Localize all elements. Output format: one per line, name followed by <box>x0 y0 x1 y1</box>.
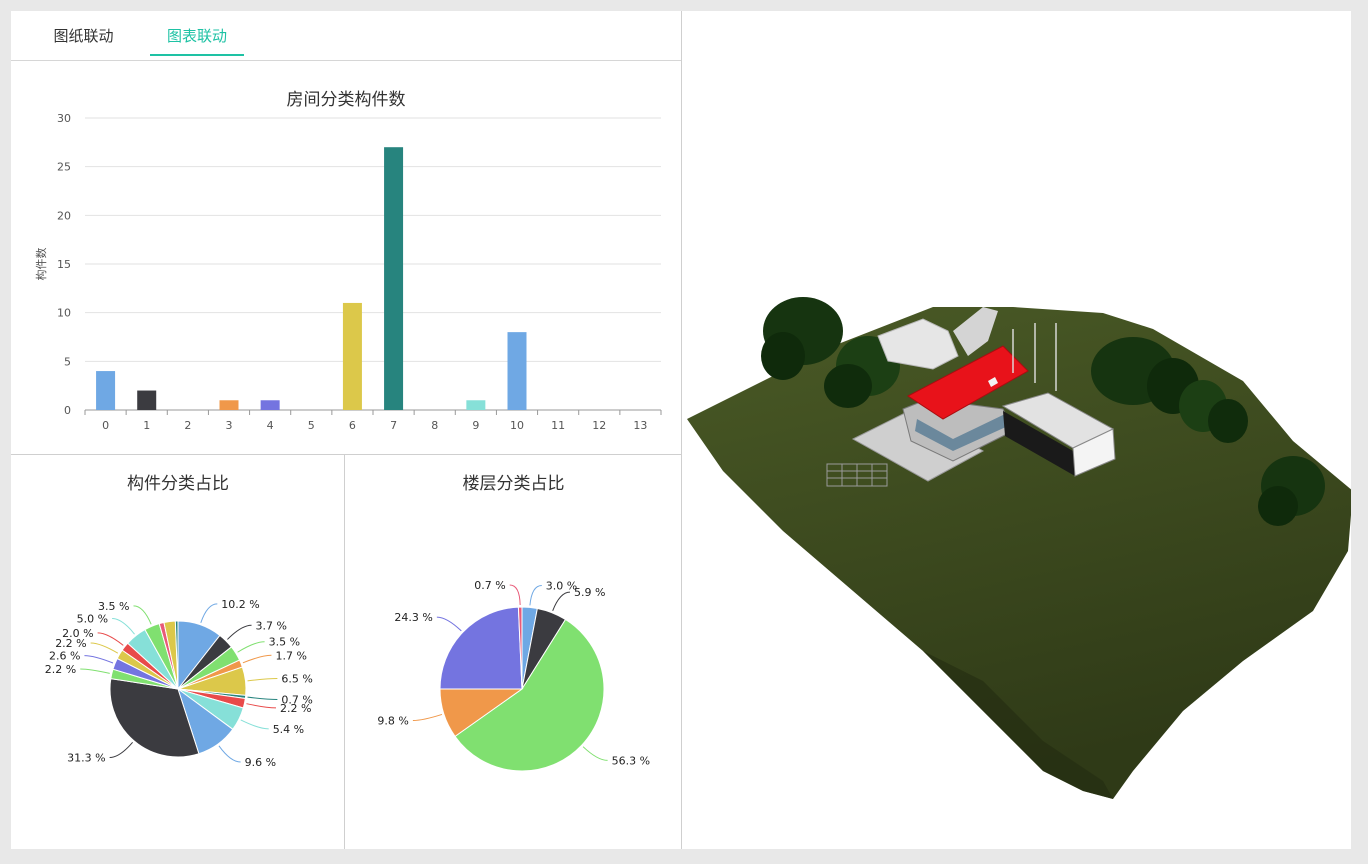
label-leader-line <box>90 642 119 654</box>
tab-bar: 图纸联动 图表联动 <box>11 11 681 61</box>
room-category-bar-chart-panel: 房间分类构件数 构件数 0 5 10 15 20 25 30 0 1 2 3 4 5 6 7 8 9 10 11 12 13 <box>11 61 681 455</box>
x-tick-label: 1 <box>143 419 150 432</box>
pie-slice <box>439 606 523 690</box>
slice-label: 3.7 % <box>256 619 287 632</box>
y-tick-label: 20 <box>57 209 71 222</box>
x-tick-label: 8 <box>431 419 438 432</box>
chart-title: 楼层分类占比 <box>463 474 565 494</box>
label-leader-line <box>109 741 133 759</box>
x-tick-label: 5 <box>308 419 315 432</box>
x-tick-label: 11 <box>551 419 565 432</box>
bar-6 <box>342 302 362 410</box>
model-3d-viewer[interactable] <box>683 11 1353 849</box>
y-tick-label: 5 <box>64 355 71 368</box>
chart-title: 房间分类构件数 <box>287 90 406 110</box>
x-tick-label: 13 <box>633 419 647 432</box>
bar-chart: 房间分类构件数构件数0510152025300 1 2 3 4 5 6 7 8 9 10 11 12 13 <box>34 90 662 432</box>
slice-label: 31.3 % <box>67 752 105 765</box>
label-leader-line <box>227 624 252 640</box>
bar-3 <box>219 400 239 410</box>
label-leader-line <box>84 655 114 664</box>
slice-label: 2.2 % <box>45 663 76 676</box>
y-tick-label: 15 <box>57 258 71 271</box>
x-tick-label: 7 <box>390 419 397 432</box>
bar-7 <box>384 147 404 410</box>
x-tick-label: 12 <box>592 419 606 432</box>
x-tick-label: 2 <box>184 419 191 432</box>
slice-label: 3.0 % <box>546 579 577 592</box>
x-tick-label: 6 <box>349 419 356 432</box>
label-leader-line <box>509 584 521 606</box>
slice-label: 3.5 % <box>269 636 300 649</box>
slice-label: 1.7 % <box>275 649 306 662</box>
y-axis-label: 构件数 <box>34 248 48 281</box>
tab-drawing-linkage[interactable]: 图纸联动 <box>41 25 126 53</box>
slice-label: 2.2 % <box>280 702 311 715</box>
slice-label: 9.8 % <box>377 715 408 728</box>
x-tick-label: 3 <box>226 419 233 432</box>
building-model-scene[interactable] <box>683 11 1353 849</box>
y-tick-label: 25 <box>57 161 71 174</box>
y-tick-label: 10 <box>57 307 71 320</box>
bar-10 <box>507 332 527 410</box>
slice-label: 10.2 % <box>221 598 259 611</box>
slice-label: 5.9 % <box>574 586 605 599</box>
slice-label: 2.6 % <box>49 650 80 663</box>
slice-label: 0.7 % <box>474 579 505 592</box>
slice-label: 5.0 % <box>77 612 108 625</box>
bar-0 <box>96 371 116 410</box>
slice-label: 2.0 % <box>62 627 93 640</box>
label-leader-line <box>112 617 135 635</box>
label-leader-line <box>412 713 443 722</box>
slice-label: 9.6 % <box>245 756 276 769</box>
app-window: 图纸联动 图表联动 房间分类构件数 构件数 0 5 10 15 20 25 30 0 1 2 3 4 5 6 7… <box>11 11 1353 849</box>
label-leader-line <box>247 696 278 701</box>
label-leader-line <box>529 584 542 606</box>
y-tick-label: 0 <box>64 404 71 417</box>
label-leader-line <box>97 632 124 646</box>
label-leader-line <box>200 603 218 623</box>
bar-9 <box>466 400 486 410</box>
floor-pie-chart: 楼层分类占比 3.0 %5.9 % 56.3 % 9.8 % 24.3 % 0.7 % <box>377 474 650 772</box>
y-tick-label: 30 <box>57 112 71 125</box>
bar-1 <box>137 390 157 410</box>
chart-pane: 图纸联动 图表联动 房间分类构件数 构件数 0 5 10 15 20 25 30 0 1 2 3 4 5 6 7… <box>11 11 682 849</box>
label-leader-line <box>246 703 276 709</box>
tab-chart-linkage[interactable]: 图表联动 <box>150 25 244 56</box>
label-leader-line <box>218 745 241 763</box>
label-leader-line <box>237 641 265 653</box>
label-leader-line <box>552 591 571 611</box>
floor-category-pie-panel: 楼层分类占比 3.0 % 5.9 % 56.3 % 9.8 % 24.3 % 0.7 % <box>346 455 681 849</box>
slice-label: 3.5 % <box>98 600 129 613</box>
chart-title: 构件分类占比 <box>127 474 229 494</box>
x-tick-label: 4 <box>267 419 274 432</box>
component-pie-chart: 构件分类占比10.2 %3.7 %3.5 %1.7 %6.5 %0.7 %2.2… <box>45 474 313 769</box>
slice-label: 5.4 % <box>273 723 304 736</box>
label-leader-line <box>242 654 272 664</box>
label-leader-line <box>436 616 462 632</box>
slice-label: 56.3 % <box>612 754 650 767</box>
x-tick-label: 0 <box>102 419 109 432</box>
label-leader-line <box>582 746 608 761</box>
slice-label: 6.5 % <box>281 672 312 685</box>
label-leader-line <box>247 677 278 682</box>
bar-4 <box>260 400 280 410</box>
x-tick-label: 10 <box>510 419 524 432</box>
x-tick-label: 9 <box>472 419 479 432</box>
label-leader-line <box>133 605 152 625</box>
slice-label: 24.3 % <box>394 611 432 624</box>
component-category-pie-panel: 构件分类占比 10.2 % 3.7 % 3.5 % 1.7 % 6.5 % 0.7 % 2.2… <box>11 455 345 849</box>
label-leader-line <box>80 668 110 674</box>
label-leader-line <box>240 719 269 730</box>
